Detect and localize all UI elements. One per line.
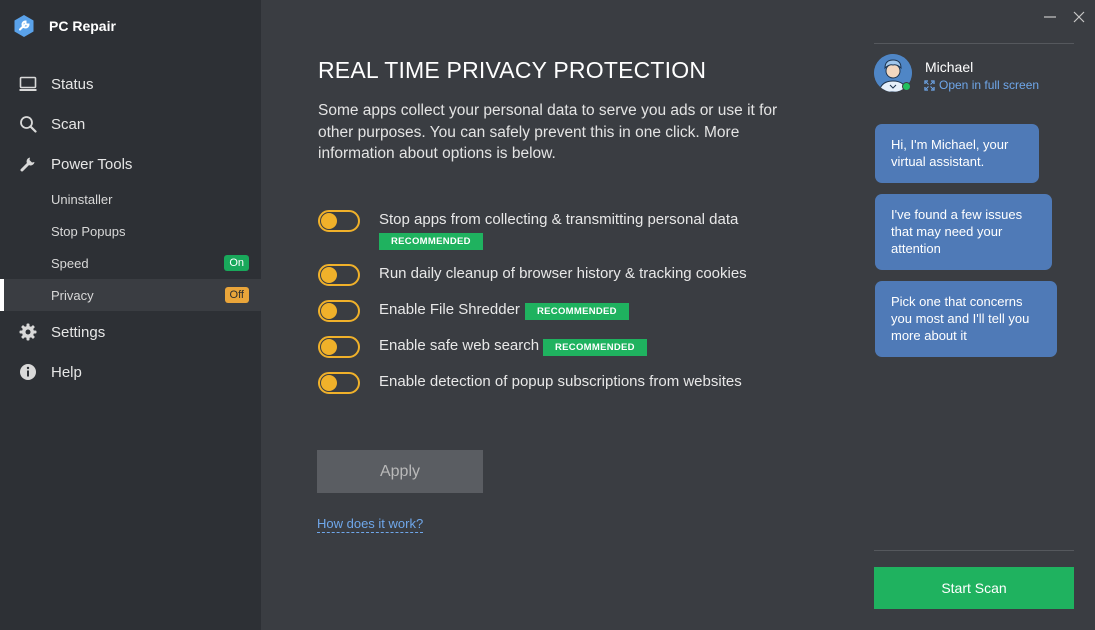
sidebar-item-scan[interactable]: Scan: [0, 108, 261, 140]
sidebar-subitem-privacy[interactable]: Privacy Off: [0, 279, 261, 311]
close-icon[interactable]: [1070, 8, 1088, 26]
option-stop-data-collection: Stop apps from collecting & transmitting…: [318, 210, 798, 234]
sidebar-subitem-label: Privacy: [51, 287, 94, 303]
toggle-knob: [321, 267, 337, 283]
monitor-icon: [19, 76, 37, 91]
expand-icon: [924, 79, 935, 91]
sidebar-subitem-label: Stop Popups: [51, 223, 126, 239]
option-popup-detection: Enable detection of popup subscriptions …: [318, 372, 798, 396]
search-icon: [20, 116, 37, 133]
start-scan-button[interactable]: Start Scan: [874, 567, 1074, 609]
divider: [874, 43, 1074, 44]
divider: [874, 550, 1074, 551]
online-status-dot: [902, 82, 911, 91]
option-label: Enable File Shredder: [379, 301, 520, 318]
sidebar-item-label: Status: [51, 75, 94, 93]
sidebar-item-label: Scan: [51, 115, 86, 133]
option-label: Enable detection of popup subscriptions …: [379, 373, 742, 390]
option-label: Enable safe web search: [379, 337, 540, 354]
open-full-screen-label: Open in full screen: [939, 78, 1040, 92]
option-label: Stop apps from collecting & transmitting…: [379, 211, 739, 228]
sidebar-subitem-stop-popups[interactable]: Stop Popups: [0, 215, 261, 247]
toggle-switch[interactable]: [318, 300, 360, 322]
recommended-badge: RECOMMENDED: [525, 303, 629, 320]
status-badge-on: On: [224, 255, 249, 271]
sidebar-item-help[interactable]: Help: [0, 356, 261, 388]
recommended-badge: RECOMMENDED: [379, 233, 483, 250]
minimize-icon[interactable]: [1041, 8, 1059, 26]
chat-message: Hi, I'm Michael, your virtual assistant.: [875, 124, 1039, 183]
toggle-knob: [321, 375, 337, 391]
toggle-switch[interactable]: [318, 210, 360, 232]
sidebar-item-status[interactable]: Status: [0, 68, 261, 100]
sidebar-item-power-tools[interactable]: Power Tools: [0, 148, 261, 180]
brand: PC Repair: [12, 14, 116, 38]
recommended-badge: RECOMMENDED: [543, 339, 647, 356]
toggle-knob: [321, 339, 337, 355]
toggle-knob: [321, 303, 337, 319]
page-title: REAL TIME PRIVACY PROTECTION: [318, 57, 707, 83]
how-does-it-work-link[interactable]: How does it work?: [317, 516, 424, 533]
sidebar-item-settings[interactable]: Settings: [0, 316, 261, 348]
sidebar-subitem-label: Uninstaller: [51, 191, 113, 207]
app-title: PC Repair: [49, 18, 116, 34]
chat-message: Pick one that concerns you most and I'll…: [875, 281, 1057, 357]
sidebar-subitem-label: Speed: [51, 255, 89, 271]
info-icon: [20, 364, 36, 380]
sidebar-subitem-speed[interactable]: Speed On: [0, 247, 261, 279]
toggle-switch[interactable]: [318, 336, 360, 358]
sidebar-item-label: Help: [51, 363, 82, 381]
toggle-knob: [321, 213, 337, 229]
gear-icon: [19, 323, 37, 341]
app-logo-icon: [14, 15, 34, 37]
chat-message: I've found a few issues that may need yo…: [875, 194, 1052, 270]
apply-button[interactable]: Apply: [317, 450, 483, 493]
status-badge-off: Off: [224, 287, 249, 303]
wrench-icon: [20, 157, 35, 172]
option-label: Run daily cleanup of browser history & t…: [379, 265, 747, 282]
assistant-name: Michael: [925, 59, 974, 75]
toggle-switch[interactable]: [318, 372, 360, 394]
sidebar-item-label: Power Tools: [51, 155, 133, 173]
page-description: Some apps collect your personal data to …: [318, 102, 778, 162]
sidebar: PC Repair Status Scan Power Tools Uninst…: [0, 0, 261, 630]
toggle-switch[interactable]: [318, 264, 360, 286]
option-daily-cleanup: Run daily cleanup of browser history & t…: [318, 264, 798, 288]
sidebar-item-label: Settings: [51, 323, 106, 341]
open-full-screen-link[interactable]: Open in full screen: [924, 78, 1039, 92]
sidebar-subitem-uninstaller[interactable]: Uninstaller: [0, 183, 261, 215]
